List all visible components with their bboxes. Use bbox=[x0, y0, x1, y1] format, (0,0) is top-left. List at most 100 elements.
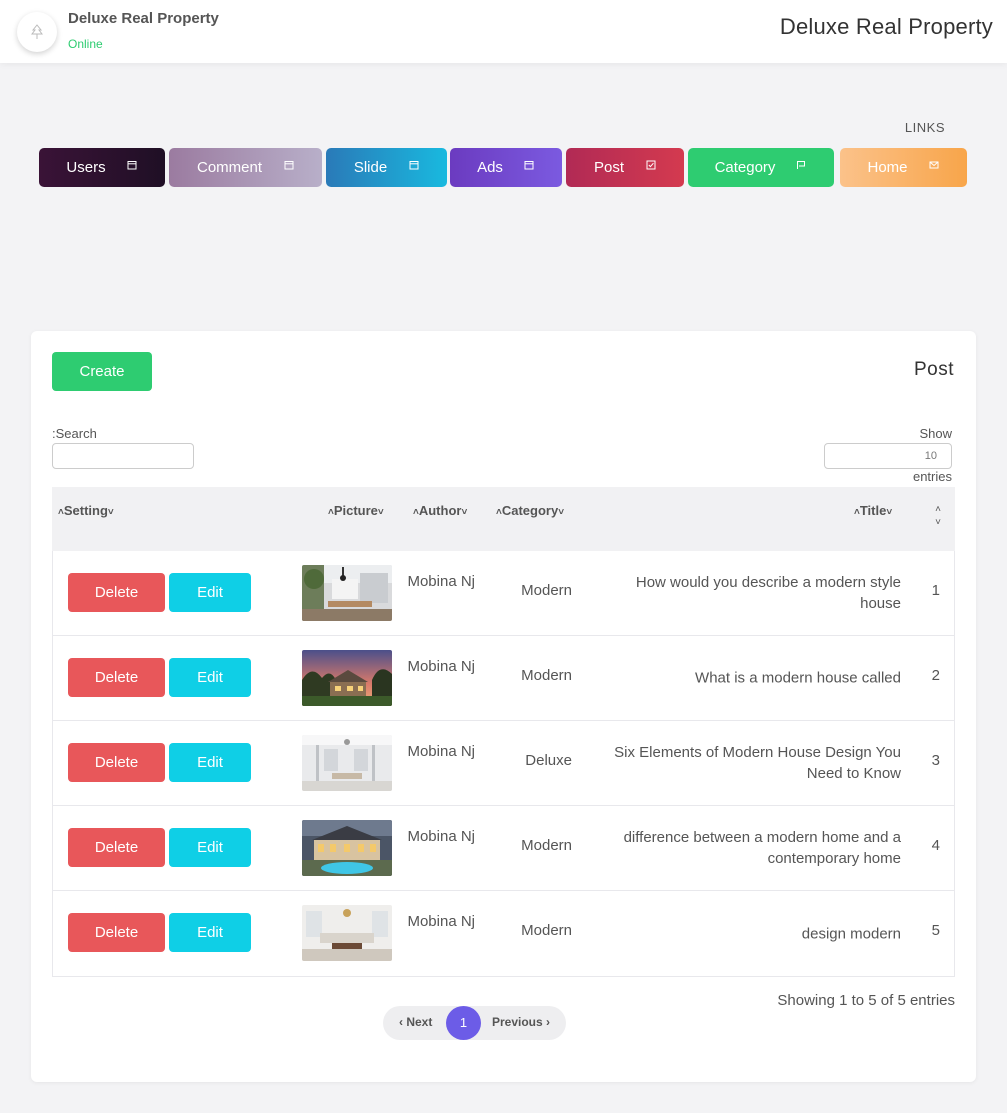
calendar-icon bbox=[284, 160, 294, 173]
column-label: Picture bbox=[333, 503, 378, 518]
link-category-button[interactable]: Category bbox=[688, 148, 834, 187]
top-bar: Deluxe Real Property Online Deluxe Real … bbox=[0, 0, 1007, 63]
entries-label: entries bbox=[912, 469, 952, 484]
search-input[interactable] bbox=[52, 443, 194, 469]
link-ads-button[interactable]: Ads bbox=[450, 148, 562, 187]
column-header-picture[interactable]: ˄Picture˅ bbox=[328, 503, 384, 518]
column-header-author[interactable]: ˄Author˅ bbox=[413, 503, 467, 518]
column-label: Setting bbox=[63, 503, 108, 518]
category-cell: Modern bbox=[521, 837, 572, 854]
calendar-icon bbox=[127, 160, 137, 173]
title-cell: How would you describe a modern style ho… bbox=[635, 574, 901, 612]
card-title: Post bbox=[913, 359, 954, 380]
row-number: 4 bbox=[931, 837, 940, 854]
sort-down-icon: ˅ bbox=[107, 507, 114, 518]
modern-interior-photo bbox=[302, 565, 392, 621]
post-thumbnail bbox=[302, 565, 392, 621]
link-label: Slide bbox=[353, 159, 388, 176]
delete-button[interactable]: Delete bbox=[68, 743, 165, 782]
link-label: Home bbox=[867, 159, 908, 176]
pagination-previous-button[interactable]: Previous › bbox=[492, 1015, 550, 1029]
edit-button[interactable]: Edit bbox=[169, 658, 251, 697]
table-row: Delete Edit Mobina Nj Deluxe Six Element… bbox=[53, 721, 954, 806]
link-label: Users bbox=[66, 159, 106, 176]
entries-summary: Showing 1 to 5 of 5 entries bbox=[777, 992, 955, 1009]
row-number: 3 bbox=[931, 752, 940, 769]
link-label: Category bbox=[714, 159, 776, 176]
table-header: ˄Setting˅ ˄Picture˅ ˄Author˅ ˄Category˅ … bbox=[52, 487, 955, 551]
page-1-button[interactable]: 1 bbox=[446, 1006, 481, 1040]
chevron-left-icon: ‹ bbox=[399, 1015, 403, 1029]
calendar-icon bbox=[524, 160, 534, 173]
column-header-setting[interactable]: ˄Setting˅ bbox=[58, 503, 114, 518]
table-body: Delete Edit Mobina Nj Modern How would y… bbox=[52, 551, 955, 977]
chevron-right-icon: › bbox=[546, 1015, 551, 1029]
flag-icon bbox=[796, 160, 806, 173]
delete-button[interactable]: Delete bbox=[68, 913, 165, 952]
living-room-photo bbox=[302, 905, 392, 961]
title-cell: design modern bbox=[801, 925, 901, 942]
link-label: Comment bbox=[196, 159, 263, 176]
row-number: 1 bbox=[931, 582, 940, 599]
house-sunset-photo bbox=[302, 650, 392, 706]
sort-down-icon: ˅ bbox=[935, 517, 941, 528]
column-label: Category bbox=[501, 503, 559, 518]
edit-button[interactable]: Edit bbox=[169, 828, 251, 867]
white-interior-photo bbox=[302, 735, 392, 791]
sort-up-icon: ˄ bbox=[935, 504, 941, 515]
link-label: Ads bbox=[477, 159, 503, 176]
sort-down-icon: ˅ bbox=[377, 507, 384, 518]
pagination: ‹ Next 1 Previous › bbox=[383, 1006, 566, 1040]
author-cell: Mobina Nj bbox=[407, 913, 475, 930]
page-size-input[interactable]: 10 bbox=[824, 443, 952, 469]
category-cell: Deluxe bbox=[525, 752, 572, 769]
post-thumbnail bbox=[302, 905, 392, 961]
delete-button[interactable]: Delete bbox=[68, 573, 165, 612]
logo-avatar[interactable] bbox=[17, 12, 57, 52]
edit-button[interactable]: Edit bbox=[169, 913, 251, 952]
column-label: Author bbox=[418, 503, 462, 518]
table-row: Delete Edit Mo bbox=[53, 636, 954, 721]
title-cell: difference between a modern home and a c… bbox=[623, 829, 901, 867]
author-cell: Mobina Nj bbox=[407, 743, 475, 760]
page-heading: Deluxe Real Property bbox=[779, 14, 993, 39]
post-thumbnail bbox=[302, 650, 392, 706]
category-cell: Modern bbox=[521, 667, 572, 684]
link-post-button[interactable]: Post bbox=[566, 148, 684, 187]
table-row: Delete Edit Mobina Nj Modern difference … bbox=[53, 806, 954, 891]
delete-button[interactable]: Delete bbox=[68, 658, 165, 697]
column-header-title[interactable]: ˄Title˅ bbox=[854, 503, 892, 518]
column-header-category[interactable]: ˄Category˅ bbox=[496, 503, 564, 518]
show-label: Show bbox=[919, 426, 952, 441]
previous-label: Previous bbox=[492, 1015, 543, 1029]
title-cell: What is a modern house called bbox=[695, 669, 901, 687]
table-row: Delete Edit Mobina Nj Modern design mode… bbox=[53, 891, 954, 976]
post-thumbnail bbox=[302, 820, 392, 876]
search-label: :Search bbox=[52, 426, 97, 441]
author-cell: Mobina Nj bbox=[407, 658, 475, 675]
create-button[interactable]: Create bbox=[52, 352, 152, 391]
column-header-number-sort[interactable]: ˄ ˅ bbox=[935, 503, 941, 529]
mail-icon bbox=[929, 160, 939, 173]
edit-button[interactable]: Edit bbox=[169, 743, 251, 782]
row-number: 5 bbox=[931, 922, 940, 939]
tree-logo-icon bbox=[31, 24, 43, 39]
link-home-button[interactable]: Home bbox=[840, 148, 967, 187]
links-label: LINKS bbox=[904, 120, 945, 135]
link-slide-button[interactable]: Slide bbox=[326, 148, 447, 187]
category-cell: Modern bbox=[521, 582, 572, 599]
table-row: Delete Edit Mo bbox=[53, 551, 954, 636]
title-cell: Six Elements of Modern House Design You … bbox=[614, 744, 901, 782]
online-status: Online bbox=[68, 37, 103, 51]
sort-down-icon: ˅ bbox=[461, 507, 468, 518]
link-label: Post bbox=[593, 159, 624, 176]
post-thumbnail bbox=[302, 735, 392, 791]
link-users-button[interactable]: Users bbox=[39, 148, 165, 187]
link-comment-button[interactable]: Comment bbox=[169, 148, 322, 187]
sort-down-icon: ˅ bbox=[558, 507, 565, 518]
edit-button[interactable]: Edit bbox=[169, 573, 251, 612]
pagination-next-button[interactable]: ‹ Next bbox=[399, 1015, 432, 1029]
sort-down-icon: ˅ bbox=[886, 507, 893, 518]
delete-button[interactable]: Delete bbox=[68, 828, 165, 867]
column-label: Title bbox=[859, 503, 887, 518]
